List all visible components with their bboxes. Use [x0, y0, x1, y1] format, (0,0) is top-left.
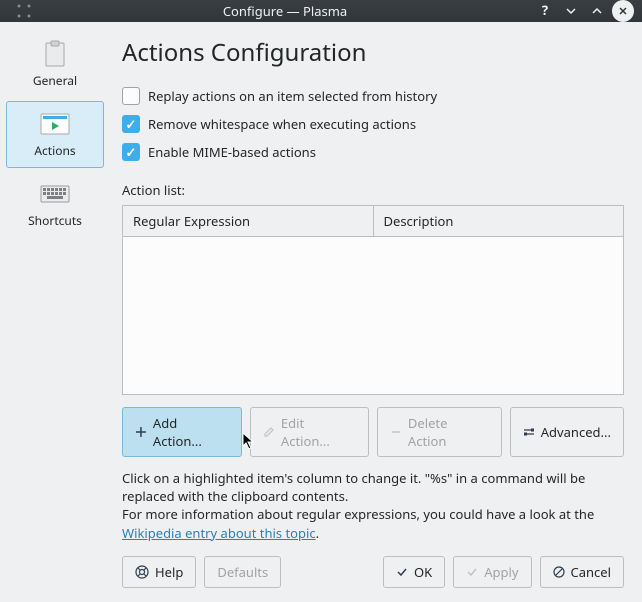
sidebar: General Actions Shortcuts: [0, 22, 110, 602]
sidebar-item-general[interactable]: General: [6, 32, 104, 97]
action-list-label: Action list:: [122, 181, 624, 199]
whitespace-checkbox[interactable]: [122, 115, 140, 133]
help-label: Help: [155, 563, 183, 581]
sidebar-item-shortcuts[interactable]: Shortcuts: [6, 172, 104, 237]
edit-action-button: Edit Action...: [250, 407, 369, 457]
clipboard-icon: [39, 40, 71, 68]
defaults-label: Defaults: [217, 563, 268, 581]
minus-icon: [390, 426, 402, 438]
check-icon: [396, 566, 408, 578]
plus-icon: [135, 426, 147, 438]
cancel-label: Cancel: [571, 563, 611, 581]
sidebar-item-actions[interactable]: Actions: [6, 101, 104, 168]
maximize-button[interactable]: [586, 0, 608, 22]
pencil-icon: [263, 426, 275, 438]
sidebar-item-label: Actions: [34, 142, 75, 159]
mime-label[interactable]: Enable MIME-based actions: [148, 143, 316, 161]
check-icon: [466, 566, 478, 578]
add-action-button[interactable]: Add Action...: [122, 407, 242, 457]
mime-checkbox[interactable]: [122, 143, 140, 161]
close-button[interactable]: [612, 0, 634, 22]
ok-label: OK: [414, 563, 432, 581]
app-icon: [16, 3, 32, 19]
column-description[interactable]: Description: [374, 206, 624, 236]
delete-action-label: Delete Action: [408, 414, 489, 450]
action-list-table[interactable]: Regular Expression Description: [122, 205, 624, 395]
add-action-label: Add Action...: [153, 414, 229, 450]
whitespace-label[interactable]: Remove whitespace when executing actions: [148, 115, 416, 133]
table-header: Regular Expression Description: [123, 206, 623, 237]
edit-action-label: Edit Action...: [281, 414, 356, 450]
replay-label[interactable]: Replay actions on an item selected from …: [148, 87, 437, 105]
advanced-button[interactable]: Advanced...: [510, 407, 624, 457]
window-title: Configure — Plasma: [40, 2, 530, 20]
replay-checkbox[interactable]: [122, 87, 140, 105]
apply-label: Apply: [484, 563, 518, 581]
keyboard-icon: [39, 180, 71, 208]
lifebuoy-icon: [135, 565, 149, 579]
ok-button[interactable]: OK: [383, 556, 445, 588]
sliders-icon: [523, 426, 535, 438]
titlebar: Configure — Plasma ?: [0, 0, 642, 22]
page-title: Actions Configuration: [122, 36, 624, 69]
cancel-button[interactable]: Cancel: [540, 556, 624, 588]
delete-action-button: Delete Action: [377, 407, 502, 457]
help-text: Click on a highlighted item's column to …: [122, 469, 624, 542]
play-icon: [39, 110, 71, 138]
wikipedia-link[interactable]: Wikipedia entry about this topic: [122, 524, 316, 542]
apply-button: Apply: [453, 556, 531, 588]
cancel-icon: [553, 566, 565, 578]
column-regex[interactable]: Regular Expression: [123, 206, 374, 236]
minimize-button[interactable]: [560, 0, 582, 22]
help-titlebar-button[interactable]: ?: [534, 0, 556, 22]
advanced-label: Advanced...: [541, 423, 611, 441]
sidebar-item-label: Shortcuts: [28, 212, 82, 229]
help-button[interactable]: Help: [122, 556, 196, 588]
svg-text:?: ?: [542, 4, 548, 18]
defaults-button: Defaults: [204, 556, 281, 588]
sidebar-item-label: General: [33, 72, 77, 89]
